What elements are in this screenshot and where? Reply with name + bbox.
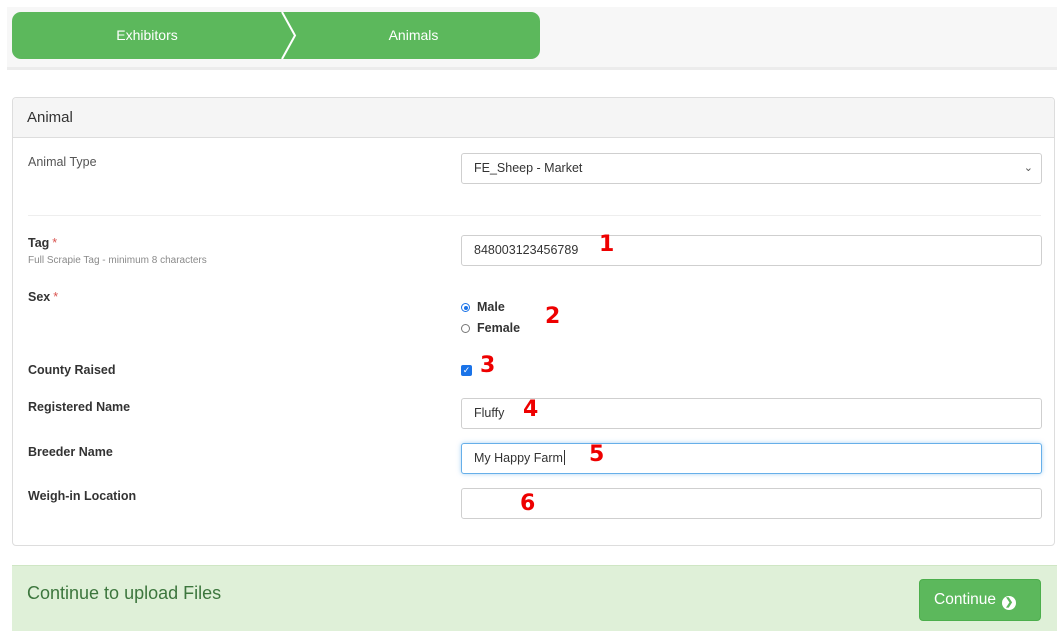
tag-input[interactable]: 848003123456789 xyxy=(461,235,1042,266)
radio-selected-icon[interactable] xyxy=(461,303,470,312)
sex-option-male-label: Male xyxy=(477,300,505,314)
tag-label: Tag * xyxy=(28,236,57,250)
required-mark: * xyxy=(52,236,58,250)
section-divider xyxy=(28,215,1041,216)
annotation-6: 6 xyxy=(520,491,536,516)
tag-label-text: Tag xyxy=(28,236,50,250)
sex-option-female[interactable]: Female xyxy=(461,320,520,336)
tag-value: 848003123456789 xyxy=(474,243,579,257)
sex-option-female-label: Female xyxy=(477,321,521,335)
sex-label: Sex * xyxy=(28,290,58,304)
breeder-name-label: Breeder Name xyxy=(28,445,113,459)
registered-name-value: Fluffy xyxy=(474,406,505,420)
annotation-5: 5 xyxy=(589,442,605,467)
checkmark-icon: ✓ xyxy=(462,365,471,375)
step-animals[interactable]: Animals xyxy=(287,12,540,59)
animal-panel: Animal Animal Type FE_Sheep - Market ⌄ T… xyxy=(12,97,1055,546)
annotation-2: 2 xyxy=(545,304,561,329)
registered-name-input[interactable]: Fluffy xyxy=(461,398,1042,429)
breeder-name-input[interactable]: My Happy Farm xyxy=(461,443,1042,474)
continue-message: Continue to upload Files xyxy=(27,583,222,603)
sex-option-male[interactable]: Male xyxy=(461,299,505,315)
county-raised-label: County Raised xyxy=(28,363,116,377)
animal-type-select[interactable]: FE_Sheep - Market ⌄ xyxy=(461,153,1042,184)
weigh-in-location-input[interactable] xyxy=(461,488,1042,519)
continue-bar: Continue to upload Files Continue ❯ xyxy=(12,565,1057,631)
step-exhibitors[interactable]: Exhibitors xyxy=(12,12,282,59)
arrow-circle-right-icon: ❯ xyxy=(1002,596,1017,610)
weigh-in-location-label: Weigh-in Location xyxy=(28,489,137,503)
annotation-3: 3 xyxy=(480,353,496,378)
registered-name-label: Registered Name xyxy=(28,400,131,414)
tag-help-text: Full Scrapie Tag - minimum 8 characters xyxy=(28,255,207,266)
continue-button[interactable]: Continue ❯ xyxy=(919,579,1041,621)
panel-title: Animal xyxy=(13,98,1054,138)
chevron-down-icon: ⌄ xyxy=(1023,162,1033,174)
annotation-4: 4 xyxy=(523,397,539,422)
animal-type-value: FE_Sheep - Market xyxy=(474,161,583,175)
wizard-steps: Exhibitors Animals xyxy=(12,12,540,59)
text-cursor xyxy=(563,450,565,465)
continue-button-label: Continue xyxy=(934,591,997,608)
animal-type-label: Animal Type xyxy=(28,155,97,169)
sex-label-text: Sex xyxy=(28,290,51,304)
required-mark: * xyxy=(53,290,59,304)
annotation-1: 1 xyxy=(599,232,615,257)
breeder-name-value: My Happy Farm xyxy=(474,451,563,465)
radio-unselected-icon[interactable] xyxy=(461,324,470,333)
county-raised-checkbox[interactable]: ✓ xyxy=(461,365,472,376)
